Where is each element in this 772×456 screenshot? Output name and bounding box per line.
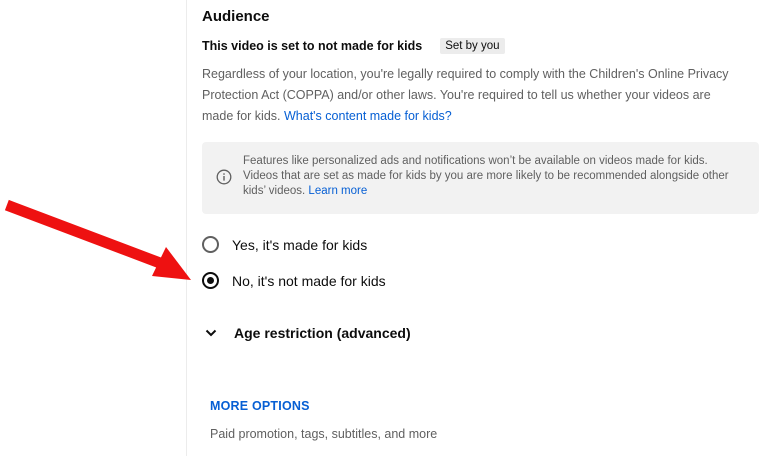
info-text: Features like personalized ads and notif… xyxy=(243,154,743,199)
radio-label-not-made-for-kids: No, it's not made for kids xyxy=(232,272,386,289)
audience-description-text: Regardless of your location, you're lega… xyxy=(202,67,729,123)
audience-description: Regardless of your location, you're lega… xyxy=(202,64,742,127)
status-badge: Set by you xyxy=(440,38,505,54)
audience-title: Audience xyxy=(202,8,270,25)
radio-label-made-for-kids: Yes, it's made for kids xyxy=(232,236,368,253)
audience-panel: Audience This video is set to not made f… xyxy=(186,0,772,456)
red-arrow-annotation xyxy=(4,199,191,280)
radio-option-made-for-kids[interactable]: Yes, it's made for kids xyxy=(202,236,367,253)
more-options-description: Paid promotion, tags, subtitles, and mor… xyxy=(210,427,438,441)
age-restriction-expander[interactable]: Age restriction (advanced) xyxy=(204,325,411,341)
learn-more-link[interactable]: Learn more xyxy=(308,185,367,197)
screenshot-stage: Audience This video is set to not made f… xyxy=(0,0,772,456)
more-options-button[interactable]: MORE OPTIONS xyxy=(210,399,310,413)
info-icon xyxy=(216,169,232,185)
audience-status-text: This video is set to not made for kids xyxy=(202,39,423,53)
radio-button-unchecked[interactable] xyxy=(202,236,219,253)
audience-status-row: This video is set to not made for kids S… xyxy=(202,38,505,54)
radio-option-not-made-for-kids[interactable]: No, it's not made for kids xyxy=(202,272,386,289)
age-restriction-label: Age restriction (advanced) xyxy=(234,325,411,341)
made-for-kids-help-link[interactable]: What's content made for kids? xyxy=(284,109,452,123)
info-box: Features like personalized ads and notif… xyxy=(202,142,759,214)
chevron-down-icon xyxy=(205,329,217,337)
radio-button-checked[interactable] xyxy=(202,272,219,289)
